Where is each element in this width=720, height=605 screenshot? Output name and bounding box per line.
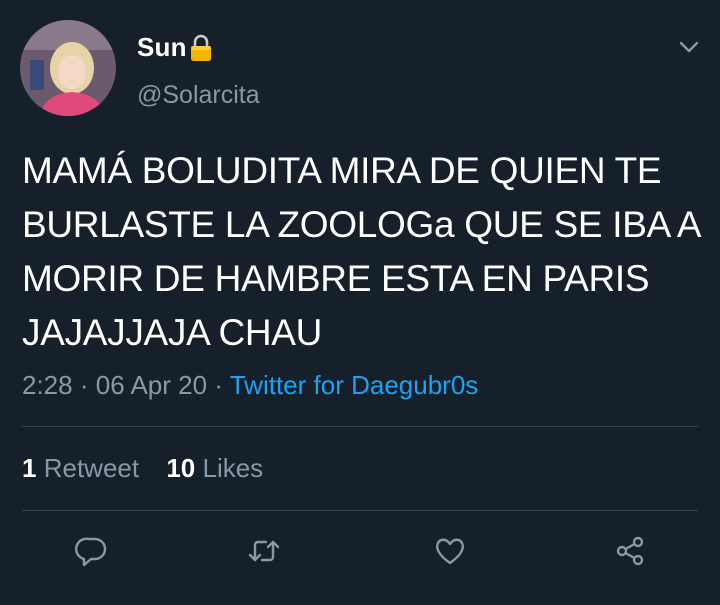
share-button[interactable] xyxy=(610,528,650,574)
meta-separator: · xyxy=(79,370,89,400)
tweet-text: MAMÁ BOLUDITA MIRA DE QUIEN TE BURLASTE … xyxy=(22,150,700,353)
like-button[interactable] xyxy=(430,528,470,574)
like-icon xyxy=(436,538,464,565)
retweet-icon xyxy=(248,540,280,562)
display-name-row: Sun xyxy=(137,32,212,63)
tweet-source-link[interactable]: Twitter for Daegubr0s xyxy=(230,370,479,400)
reply-button[interactable] xyxy=(72,528,112,574)
retweet-button[interactable] xyxy=(244,528,284,574)
likes-count: 10 xyxy=(166,453,196,483)
divider xyxy=(22,426,698,427)
likes-stat[interactable]: 10 Likes xyxy=(166,453,263,483)
divider xyxy=(22,510,698,511)
chevron-down-icon[interactable] xyxy=(676,34,702,60)
tweet-date: 06 Apr 20 xyxy=(95,370,208,400)
meta-separator: · xyxy=(214,370,223,400)
retweets-stat[interactable]: 1 Retweet xyxy=(22,453,139,483)
retweets-label: Retweet xyxy=(43,453,140,483)
tweet-time: 2:28 xyxy=(22,370,73,400)
likes-label: Likes xyxy=(202,453,264,483)
tweet-stats: 1 Retweet 10 Likes xyxy=(22,453,263,484)
lock-icon xyxy=(190,34,212,62)
action-bar xyxy=(0,528,720,574)
display-name[interactable]: Sun xyxy=(137,32,187,63)
tweet-meta: 2:28 · 06 Apr 20 · Twitter for Daegubr0s xyxy=(22,370,478,401)
avatar-image xyxy=(20,20,116,116)
reply-icon xyxy=(75,537,107,567)
user-handle[interactable]: @Solarcita xyxy=(137,81,260,110)
retweets-count: 1 xyxy=(22,453,37,483)
avatar[interactable] xyxy=(20,20,116,116)
share-icon xyxy=(616,536,644,566)
